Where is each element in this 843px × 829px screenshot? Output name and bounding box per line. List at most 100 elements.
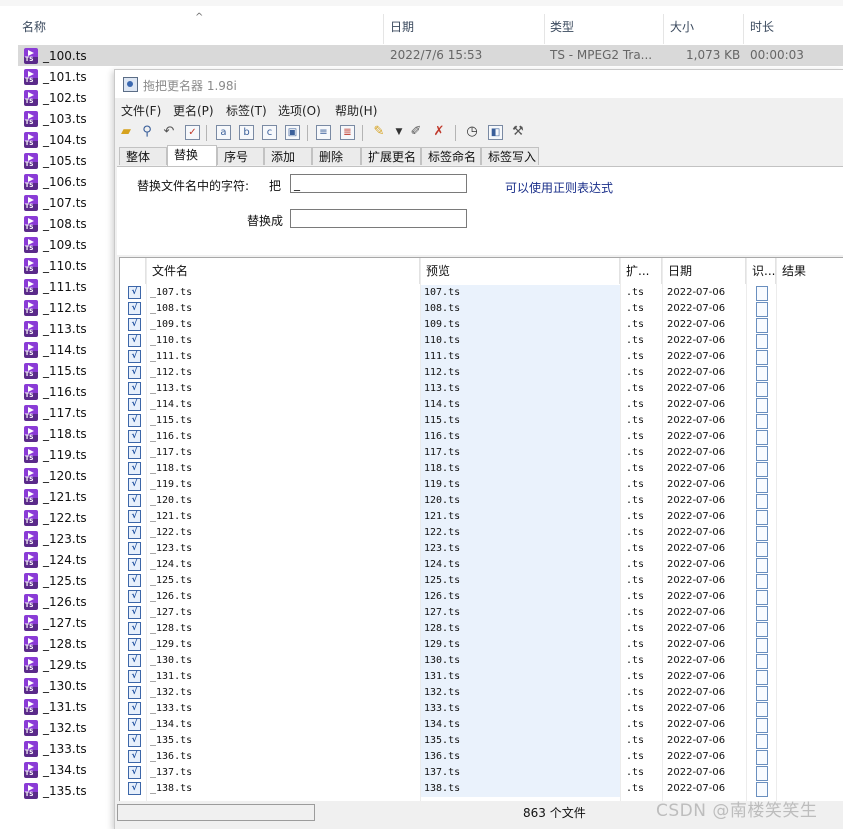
header-id[interactable]: 识... (746, 258, 776, 284)
clock-icon[interactable]: ◷ (464, 124, 480, 140)
row-checkbox[interactable]: √ (128, 542, 141, 555)
explorer-file-row[interactable]: _129.ts (18, 654, 87, 675)
row-checkbox[interactable]: √ (128, 782, 141, 795)
table-row[interactable]: √ _114.ts 114.ts .ts 2022-07-06 (120, 397, 843, 413)
explorer-file-row[interactable]: _131.ts (18, 696, 87, 717)
table-row[interactable]: √ _110.ts 110.ts .ts 2022-07-06 (120, 333, 843, 349)
explorer-file-row[interactable]: _100.ts (18, 45, 87, 66)
tab-ext-rename[interactable]: 扩展更名 (361, 147, 421, 165)
row-checkbox[interactable]: √ (128, 766, 141, 779)
menu-tags[interactable]: 标签(T) (226, 102, 267, 119)
row-checkbox[interactable]: √ (128, 734, 141, 747)
table-row[interactable]: √ _138.ts 138.ts .ts 2022-07-06 (120, 781, 843, 797)
menu-rename[interactable]: 更名(P) (173, 102, 214, 119)
save-icon[interactable]: ▣ (285, 125, 300, 140)
explorer-file-row[interactable]: _123.ts (18, 528, 87, 549)
table-row[interactable]: √ _115.ts 115.ts .ts 2022-07-06 (120, 413, 843, 429)
table-row[interactable]: √ _128.ts 128.ts .ts 2022-07-06 (120, 621, 843, 637)
explorer-file-row[interactable]: _120.ts (18, 465, 87, 486)
header-result[interactable]: 结果 (776, 258, 843, 284)
table-row[interactable]: √ _111.ts 111.ts .ts 2022-07-06 (120, 349, 843, 365)
explorer-file-row[interactable]: _121.ts (18, 486, 87, 507)
explorer-file-row[interactable]: _103.ts (18, 108, 87, 129)
panel-icon[interactable]: ◧ (488, 125, 503, 140)
rename-icon[interactable]: a (216, 125, 231, 140)
table-row[interactable]: √ _122.ts 122.ts .ts 2022-07-06 (120, 525, 843, 541)
row-checkbox[interactable]: √ (128, 750, 141, 763)
explorer-file-row[interactable]: _122.ts (18, 507, 87, 528)
row-checkbox[interactable]: √ (128, 334, 141, 347)
sort-ascending-icon[interactable]: ^ (195, 12, 203, 23)
explorer-file-row[interactable]: _132.ts (18, 717, 87, 738)
table-row[interactable]: √ _107.ts 107.ts .ts 2022-07-06 (120, 285, 843, 301)
row-checkbox[interactable]: √ (128, 446, 141, 459)
header-date[interactable]: 日期 (662, 258, 746, 284)
export-icon[interactable]: ≣ (340, 125, 355, 140)
row-checkbox[interactable]: √ (128, 718, 141, 731)
table-row[interactable]: √ _113.ts 113.ts .ts 2022-07-06 (120, 381, 843, 397)
column-type[interactable]: 类型 (550, 18, 574, 35)
row-checkbox[interactable]: √ (128, 686, 141, 699)
explorer-file-row[interactable]: _130.ts (18, 675, 87, 696)
tab-delete[interactable]: 删除 (312, 147, 361, 165)
table-row[interactable]: √ _134.ts 134.ts .ts 2022-07-06 (120, 717, 843, 733)
explorer-file-row[interactable]: _116.ts (18, 381, 87, 402)
tab-tag-naming[interactable]: 标签命名 (421, 147, 481, 165)
row-checkbox[interactable]: √ (128, 366, 141, 379)
column-size[interactable]: 大小 (670, 18, 694, 35)
menu-options[interactable]: 选项(O) (278, 102, 321, 119)
title-bar[interactable]: 拖把更名器 1.98i (115, 70, 843, 98)
table-row[interactable]: √ _132.ts 132.ts .ts 2022-07-06 (120, 685, 843, 701)
explorer-file-row[interactable]: _108.ts (18, 213, 87, 234)
table-row[interactable]: √ _125.ts 125.ts .ts 2022-07-06 (120, 573, 843, 589)
explorer-file-row[interactable]: _101.ts (18, 66, 87, 87)
table-row[interactable]: √ _137.ts 137.ts .ts 2022-07-06 (120, 765, 843, 781)
explorer-file-row[interactable]: _109.ts (18, 234, 87, 255)
row-checkbox[interactable]: √ (128, 478, 141, 491)
explorer-file-row[interactable]: _125.ts (18, 570, 87, 591)
regex-hint-link[interactable]: 可以使用正则表达式 (505, 179, 613, 196)
table-row[interactable]: √ _133.ts 133.ts .ts 2022-07-06 (120, 701, 843, 717)
table-row[interactable]: √ _118.ts 118.ts .ts 2022-07-06 (120, 461, 843, 477)
explorer-file-row[interactable]: _127.ts (18, 612, 87, 633)
explorer-file-row[interactable]: _104.ts (18, 129, 87, 150)
tools-icon[interactable]: ⚒ (510, 124, 526, 140)
row-checkbox[interactable]: √ (128, 590, 141, 603)
rename-icon[interactable]: c (262, 125, 277, 140)
row-checkbox[interactable]: √ (128, 558, 141, 571)
explorer-file-row[interactable]: _115.ts (18, 360, 87, 381)
table-row[interactable]: √ _127.ts 127.ts .ts 2022-07-06 (120, 605, 843, 621)
menu-file[interactable]: 文件(F) (121, 102, 161, 119)
row-checkbox[interactable]: √ (128, 638, 141, 651)
tab-sequence[interactable]: 序号 (217, 147, 264, 165)
dropdown-icon[interactable]: ▼ (391, 124, 407, 140)
table-row[interactable]: √ _126.ts 126.ts .ts 2022-07-06 (120, 589, 843, 605)
row-checkbox[interactable]: √ (128, 494, 141, 507)
row-checkbox[interactable]: √ (128, 670, 141, 683)
table-row[interactable]: √ _136.ts 136.ts .ts 2022-07-06 (120, 749, 843, 765)
row-checkbox[interactable]: √ (128, 574, 141, 587)
table-row[interactable]: √ _116.ts 116.ts .ts 2022-07-06 (120, 429, 843, 445)
explorer-file-row[interactable]: _124.ts (18, 549, 87, 570)
tab-tag-write[interactable]: 标签写入 (481, 147, 539, 165)
header-filename[interactable]: 文件名 (146, 258, 420, 284)
menu-help[interactable]: 帮助(H) (335, 102, 377, 119)
explorer-file-row[interactable]: _117.ts (18, 402, 87, 423)
to-input[interactable] (290, 209, 467, 228)
row-checkbox[interactable]: √ (128, 606, 141, 619)
explorer-file-row[interactable]: _135.ts (18, 780, 87, 801)
row-checkbox[interactable]: √ (128, 622, 141, 635)
undo-icon[interactable]: ↶ (161, 124, 177, 140)
table-row[interactable]: √ _108.ts 108.ts .ts 2022-07-06 (120, 301, 843, 317)
explorer-file-row[interactable]: _134.ts (18, 759, 87, 780)
edit-icon[interactable]: ✐ (408, 124, 424, 140)
search-icon[interactable]: ⚲ (139, 124, 155, 140)
explorer-file-row[interactable]: _119.ts (18, 444, 87, 465)
explorer-file-row[interactable]: _105.ts (18, 150, 87, 171)
row-checkbox[interactable]: √ (128, 318, 141, 331)
rename-icon[interactable]: b (239, 125, 254, 140)
table-row[interactable]: √ _123.ts 123.ts .ts 2022-07-06 (120, 541, 843, 557)
column-divider[interactable] (743, 14, 744, 44)
table-row[interactable]: √ _112.ts 112.ts .ts 2022-07-06 (120, 365, 843, 381)
brush-icon[interactable]: ✎ (371, 124, 387, 140)
